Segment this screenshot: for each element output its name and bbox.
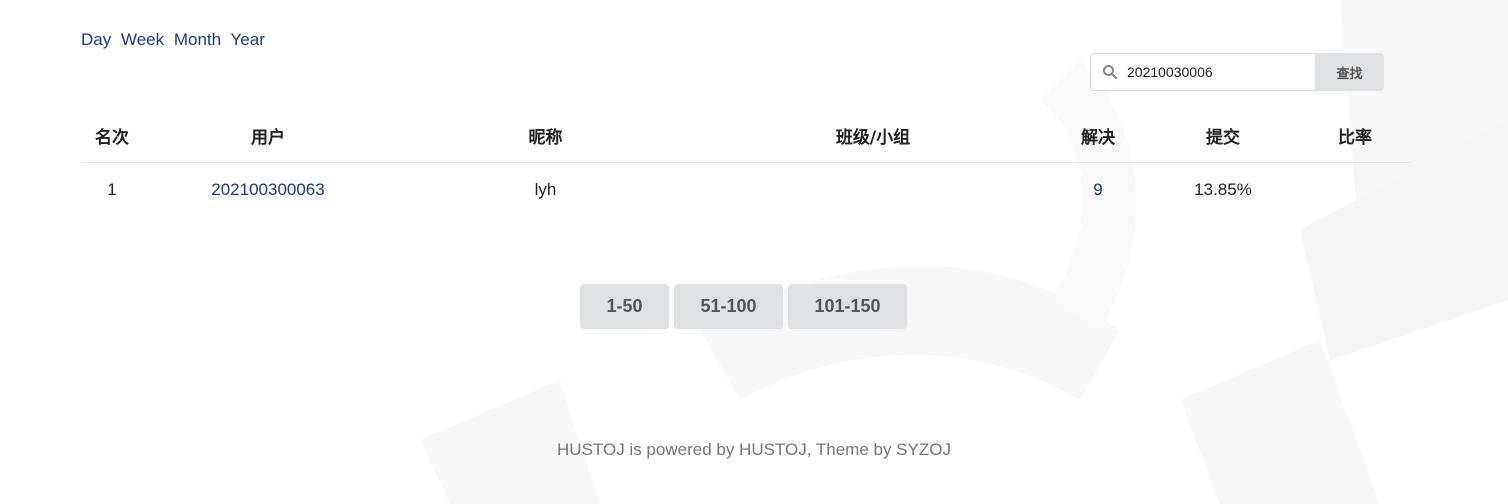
footer-text: HUSTOJ is powered by HUSTOJ, Theme by SY… bbox=[557, 440, 951, 459]
page-button-1-50[interactable]: 1-50 bbox=[580, 284, 669, 329]
cell-rank: 1 bbox=[107, 180, 117, 199]
header-solved: 解决 bbox=[1048, 108, 1148, 163]
header-rank: 名次 bbox=[81, 108, 143, 163]
cell-user: 202100300063 bbox=[143, 163, 393, 218]
header-class-group: 班级/小组 bbox=[698, 108, 1048, 163]
period-link-week[interactable]: Week bbox=[121, 30, 164, 49]
header-nickname: 昵称 bbox=[393, 108, 698, 163]
ranklist-table: 名次 用户 昵称 班级/小组 解决 提交 比率 1 202100300063 l… bbox=[81, 108, 1412, 217]
header-submitted: 提交 bbox=[1148, 108, 1298, 163]
search-icon bbox=[1103, 65, 1118, 80]
user-link[interactable]: 202100300063 bbox=[211, 180, 324, 199]
page-button-101-150[interactable]: 101-150 bbox=[788, 284, 907, 329]
search-input-wrapper bbox=[1090, 53, 1315, 91]
period-link-month[interactable]: Month bbox=[174, 30, 221, 49]
period-links: Day Week Month Year bbox=[81, 30, 270, 50]
header-ratio: 比率 bbox=[1298, 108, 1412, 163]
search-box: 查找 bbox=[1090, 53, 1384, 91]
table-row: 1 202100300063 lyh 9 13.85% bbox=[81, 163, 1412, 218]
page-button-51-100[interactable]: 51-100 bbox=[674, 284, 783, 329]
period-link-day[interactable]: Day bbox=[81, 30, 111, 49]
header-user: 用户 bbox=[143, 108, 393, 163]
table-header-row: 名次 用户 昵称 班级/小组 解决 提交 比率 bbox=[81, 108, 1412, 163]
cell-submitted: 13.85% bbox=[1194, 180, 1252, 199]
period-link-year[interactable]: Year bbox=[231, 30, 265, 49]
cell-solved: 9 bbox=[1048, 163, 1148, 218]
search-input[interactable] bbox=[1127, 54, 1307, 90]
search-button[interactable]: 查找 bbox=[1315, 53, 1384, 91]
cell-ratio bbox=[1298, 163, 1412, 218]
cell-class-group bbox=[698, 163, 1048, 218]
cell-nickname: lyh bbox=[534, 180, 557, 199]
solved-link[interactable]: 9 bbox=[1093, 180, 1102, 199]
pagination: 1-50 51-100 101-150 bbox=[580, 284, 907, 329]
